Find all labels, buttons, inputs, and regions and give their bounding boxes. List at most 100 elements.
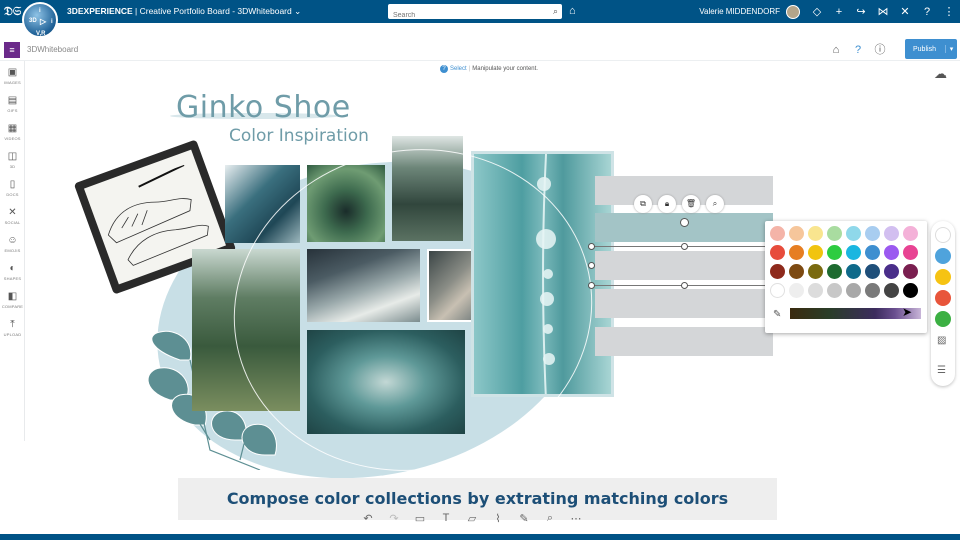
color-swatch[interactable] (884, 283, 899, 298)
whiteboard-app-icon[interactable]: ≡ (4, 42, 20, 58)
selection-handle[interactable] (588, 262, 595, 269)
avatar[interactable] (786, 4, 800, 19)
more-icon[interactable]: ⋮ (938, 5, 960, 18)
chevron-down-icon[interactable]: ▾ (945, 45, 957, 53)
color-swatch[interactable] (865, 264, 880, 279)
color-swatch[interactable] (770, 283, 785, 298)
color-swatch[interactable] (865, 245, 880, 260)
color-red[interactable] (935, 290, 951, 306)
color-swatch[interactable] (770, 226, 785, 241)
settings-sliders-icon[interactable]: ☰ (937, 365, 946, 376)
color-swatch[interactable] (846, 245, 861, 260)
color-blue[interactable] (935, 248, 951, 264)
search-box[interactable]: ⌕ (388, 4, 562, 23)
info-icon[interactable]: ⓘ (872, 42, 888, 58)
tag-icon[interactable]: ⌂ (569, 5, 576, 17)
color-swatch[interactable] (770, 264, 785, 279)
color-swatch[interactable] (884, 226, 899, 241)
tool-gifs[interactable]: ▤ GIFS (0, 95, 25, 113)
more-icon[interactable]: ⋯ (568, 512, 584, 525)
connector-icon[interactable]: ⌇ (490, 512, 506, 525)
ds-logo-icon[interactable]: 𝔇𝔖 (4, 4, 21, 19)
eyedropper-icon[interactable]: ✎ (773, 309, 781, 320)
tools-icon[interactable]: ✕ (894, 5, 916, 18)
app-title[interactable]: 3DEXPERIENCE | Creative Portfolio Board … (67, 6, 301, 17)
tool-emojis[interactable]: ☺ EMOJIS (0, 235, 25, 253)
color-swatch[interactable] (903, 245, 918, 260)
compass-icon[interactable]: 3D V,R ▷ i i (22, 2, 58, 38)
help-icon[interactable]: ? (916, 6, 938, 18)
text-icon[interactable]: T (438, 512, 454, 525)
bookmark-icon[interactable]: ◇ (806, 5, 828, 18)
color-swatch[interactable] (827, 245, 842, 260)
tool-docs[interactable]: ▯ DOCS (0, 179, 25, 197)
cloud-sync-icon[interactable]: ☁ (934, 66, 947, 82)
eraser-icon[interactable]: ▨ (937, 335, 946, 346)
share-icon[interactable]: ↪ (850, 5, 872, 18)
color-swatch[interactable] (903, 226, 918, 241)
color-swatch[interactable] (903, 283, 918, 298)
publish-button[interactable]: Publish ▾ (905, 39, 957, 59)
color-swatch[interactable] (884, 264, 899, 279)
delete-icon[interactable]: 🗑︎ (682, 195, 700, 213)
color-swatch[interactable] (884, 245, 899, 260)
swatch-strip-3[interactable] (595, 251, 773, 280)
chevron-down-icon[interactable]: ⌄ (294, 6, 301, 16)
color-swatch[interactable] (846, 283, 861, 298)
color-swatch[interactable] (903, 264, 918, 279)
user-name[interactable]: Valerie MIDDENDORF (699, 7, 780, 16)
color-swatch[interactable] (846, 264, 861, 279)
selection-handle[interactable] (588, 282, 595, 289)
color-yellow[interactable] (935, 269, 951, 285)
rotate-handle[interactable] (680, 218, 689, 227)
color-swatch[interactable] (770, 245, 785, 260)
color-swatch[interactable] (789, 245, 804, 260)
color-swatch[interactable] (865, 283, 880, 298)
board-title[interactable]: Ginko Shoe (176, 90, 351, 125)
color-swatch[interactable] (846, 226, 861, 241)
tool-compare[interactable]: ◧ COMPARE (0, 291, 25, 309)
swatch-strip-5[interactable] (595, 327, 773, 356)
tool-upload[interactable]: ⤒ UPLOAD (0, 319, 25, 337)
home-icon[interactable]: ⌂ (828, 42, 844, 58)
search-icon[interactable]: ⌕ (553, 6, 558, 17)
selection-handle[interactable] (681, 282, 688, 289)
undo-icon[interactable]: ↶ (360, 512, 376, 525)
sticky-note-icon[interactable]: ▱ (464, 512, 480, 525)
tool-social[interactable]: ✕ SOCIAL (0, 207, 25, 225)
pen-icon[interactable]: ✎ (516, 512, 532, 525)
selection-handle[interactable] (681, 243, 688, 250)
network-icon[interactable]: ⋈ (872, 5, 894, 18)
help-circle-icon[interactable]: ? (850, 42, 866, 58)
tool-images[interactable]: ▣ IMAGES (0, 67, 25, 85)
color-swatch[interactable] (789, 283, 804, 298)
selection-handle[interactable] (588, 243, 595, 250)
tool-videos[interactable]: ▦ VIDEOS (0, 123, 25, 141)
frame-icon[interactable]: ▭ (412, 512, 428, 525)
color-swatch[interactable] (827, 264, 842, 279)
color-swatch[interactable] (827, 283, 842, 298)
color-white[interactable] (935, 227, 951, 243)
zoom-icon[interactable]: ⌕ (542, 512, 558, 525)
tool-3d[interactable]: ◫ 3D (0, 151, 25, 169)
board-subtitle[interactable]: Color Inspiration (229, 126, 369, 146)
color-swatch[interactable] (789, 226, 804, 241)
color-swatch[interactable] (808, 264, 823, 279)
color-swatch[interactable] (808, 283, 823, 298)
lock-icon[interactable]: 🔒︎ (658, 195, 676, 213)
color-swatch[interactable] (808, 226, 823, 241)
duplicate-icon[interactable]: ⧉ (634, 195, 652, 213)
search-input[interactable] (388, 8, 538, 23)
color-swatch[interactable] (865, 226, 880, 241)
color-swatch[interactable] (827, 226, 842, 241)
zoom-icon[interactable]: ⌕ (706, 195, 724, 213)
color-green[interactable] (935, 311, 951, 327)
caption-text[interactable]: Compose color collections by extrating m… (178, 489, 777, 508)
swatch-strip-4[interactable] (595, 289, 773, 318)
add-icon[interactable]: + (828, 6, 850, 18)
redo-icon[interactable]: ↷ (386, 512, 402, 525)
tool-shapes[interactable]: ◐ SHAPES (0, 263, 25, 281)
color-swatch[interactable] (789, 264, 804, 279)
color-swatch[interactable] (808, 245, 823, 260)
tool-label: SOCIAL (4, 220, 21, 225)
